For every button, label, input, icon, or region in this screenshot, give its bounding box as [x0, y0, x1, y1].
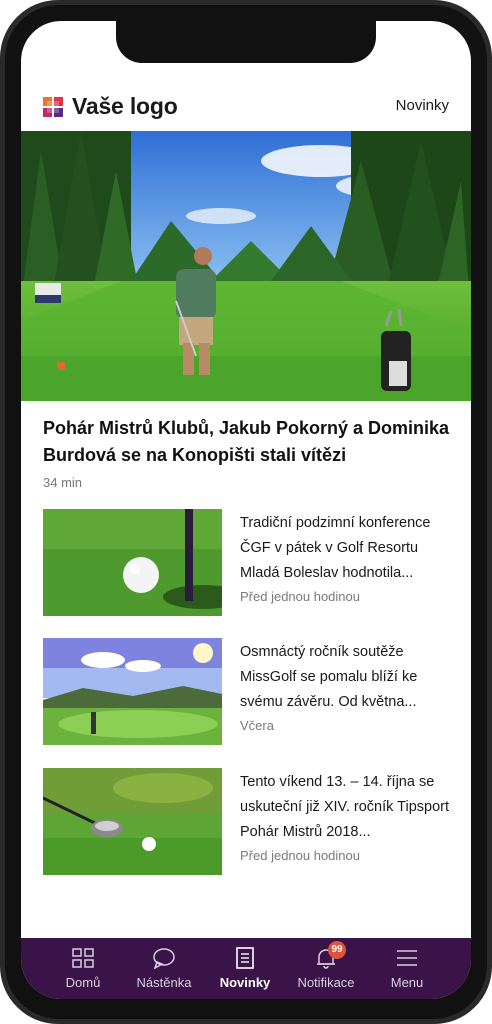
chat-bubble-icon: [153, 948, 175, 969]
news-thumbnail-golf-ball: [43, 509, 222, 616]
logo-mark-icon: [43, 96, 63, 117]
tab-label: Notifikace: [297, 975, 355, 990]
golf-course-photo: [21, 131, 471, 401]
news-item-text: Tento víkend 13. – 14. října se uskutečn…: [240, 774, 450, 840]
phone-frame: Vaše logo Novinky Pohár Mistrů Klubů, Ja…: [0, 0, 492, 1024]
tab-menu[interactable]: Menu: [367, 938, 447, 999]
featured-article-time: 34 min: [43, 475, 83, 490]
document-icon: [236, 947, 254, 969]
tab-label: Nástěnka: [136, 975, 192, 990]
header-nav-link-novinky[interactable]: Novinky: [396, 97, 449, 114]
logo-text: Vaše logo: [72, 93, 178, 119]
tab-domu[interactable]: Domů: [43, 938, 123, 999]
logo[interactable]: Vaše logo: [43, 93, 178, 120]
news-list-item[interactable]: Osmnáctý ročník soutěže MissGolf se poma…: [43, 638, 453, 746]
app-screen: Vaše logo Novinky Pohár Mistrů Klubů, Ja…: [21, 21, 471, 999]
tab-label: Menu: [390, 975, 424, 990]
news-thumbnail-golf-course: [43, 638, 222, 745]
featured-article-image[interactable]: [21, 131, 471, 401]
tab-label: Domů: [65, 975, 101, 990]
featured-article-title[interactable]: Pohár Mistrů Klubů, Jakub Pokorný a Domi…: [43, 415, 453, 469]
grid-icon: [72, 948, 94, 968]
news-item-text: Tradiční podzimní konference ČGF v pátek…: [240, 515, 431, 581]
news-item-time: Před jednou hodinou: [240, 848, 360, 863]
hamburger-icon: [397, 950, 417, 966]
tab-nastenka[interactable]: Nástěnka: [124, 938, 204, 999]
device-notch: [116, 21, 376, 63]
tab-label: Novinky: [219, 975, 271, 990]
tab-notifikace[interactable]: 99 Notifikace: [286, 938, 366, 999]
app-header: Vaše logo Novinky: [21, 81, 471, 131]
news-list-item[interactable]: Tradiční podzimní konference ČGF v pátek…: [43, 509, 453, 617]
tab-novinky[interactable]: Novinky: [205, 938, 285, 999]
bottom-tab-bar: Domů Nástěnka Novinky 99 Notifikace Menu: [21, 938, 471, 999]
news-item-time: Před jednou hodinou: [240, 589, 360, 604]
news-item-text: Osmnáctý ročník soutěže MissGolf se poma…: [240, 644, 418, 710]
news-thumbnail-golf-club: [43, 768, 222, 875]
news-item-time: Včera: [240, 718, 274, 733]
news-list-item[interactable]: Tento víkend 13. – 14. října se uskutečn…: [43, 768, 453, 876]
notification-count-badge: 99: [328, 941, 346, 959]
